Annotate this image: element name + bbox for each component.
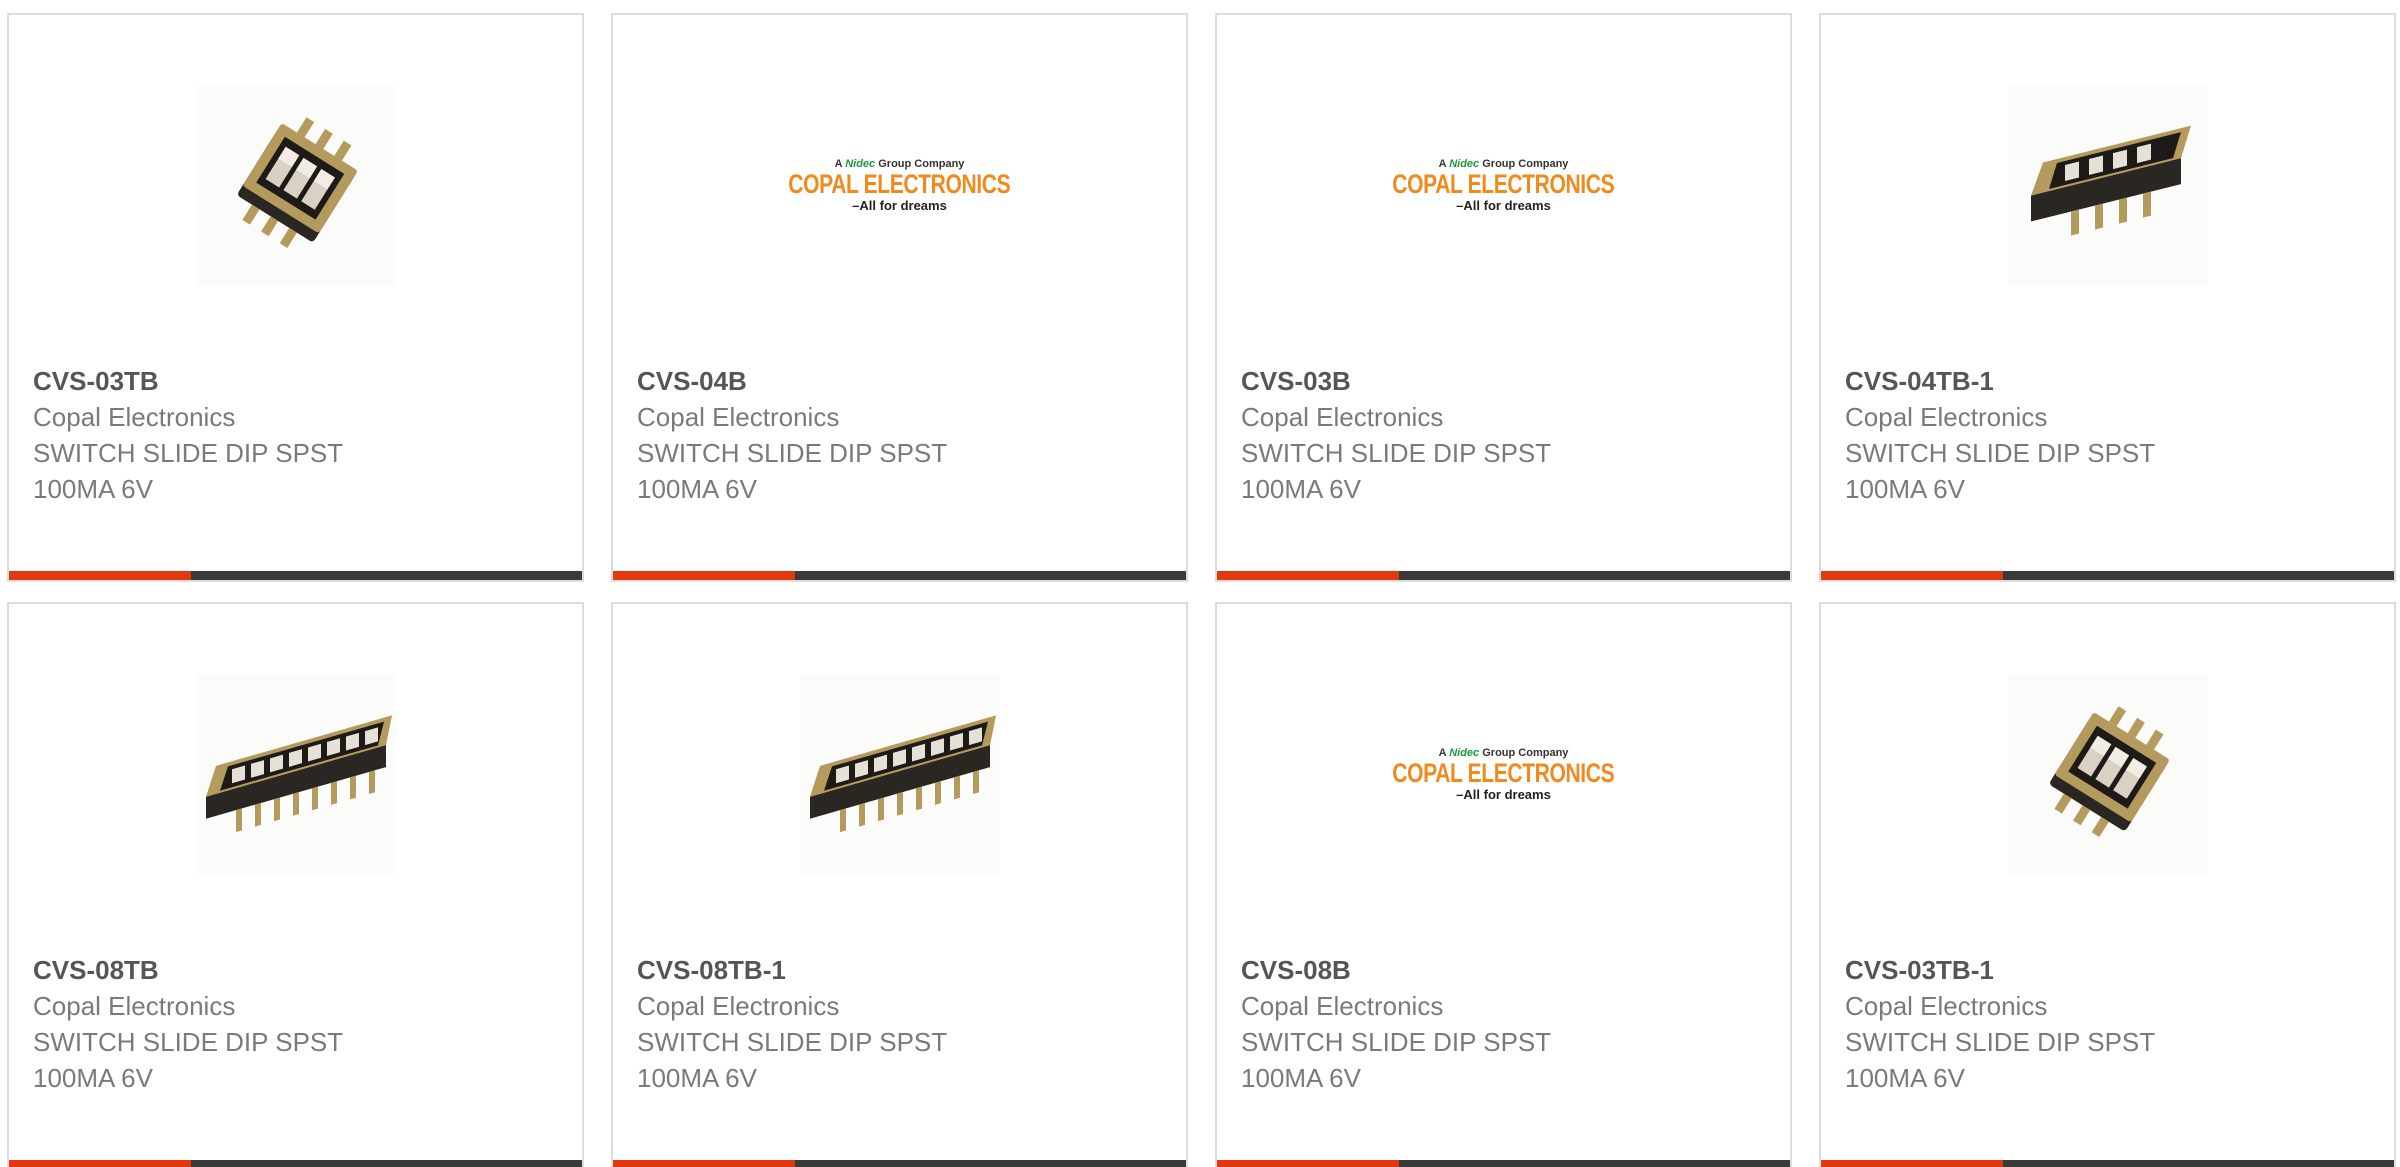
logo-company: COPAL ELECTRONICS: [1392, 758, 1615, 788]
product-media: [1821, 15, 2394, 355]
part-number[interactable]: CVS-03TB: [33, 363, 558, 399]
product-media: A Nidec Group Company COPAL ELECTRONICS …: [1217, 15, 1790, 355]
logo-tagline: –All for dreams: [1456, 787, 1551, 802]
logo-company: COPAL ELECTRONICS: [1392, 169, 1615, 199]
product-grid: CVS-03TB Copal Electronics SWITCH SLIDE …: [0, 0, 2400, 1167]
card-bottom-bar: [9, 1160, 582, 1167]
card-bottom-bar: [1217, 1160, 1790, 1167]
card-bottom-bar: [613, 571, 1186, 580]
description: SWITCH SLIDE DIP SPST 100MA 6V: [33, 1027, 344, 1093]
part-number[interactable]: CVS-08B: [1241, 952, 1766, 988]
product-image[interactable]: [195, 674, 396, 874]
product-card[interactable]: A Nidec Group Company COPAL ELECTRONICS …: [611, 13, 1188, 582]
product-image[interactable]: [195, 85, 396, 285]
card-accent-bar: [9, 1160, 191, 1167]
manufacturer: Copal Electronics: [1241, 402, 1444, 432]
manufacturer: Copal Electronics: [1845, 991, 2048, 1021]
product-card[interactable]: A Nidec Group Company COPAL ELECTRONICS …: [1215, 602, 1792, 1167]
manufacturer: Copal Electronics: [637, 402, 840, 432]
part-number[interactable]: CVS-04TB-1: [1845, 363, 2370, 399]
logo-tagline: –All for dreams: [852, 198, 947, 213]
manufacturer: Copal Electronics: [1845, 402, 2048, 432]
card-bottom-bar: [1821, 1160, 2394, 1167]
manufacturer: Copal Electronics: [637, 991, 840, 1021]
part-number[interactable]: CVS-03TB-1: [1845, 952, 2370, 988]
card-bottom-bar: [1821, 571, 2394, 580]
product-card[interactable]: A Nidec Group Company COPAL ELECTRONICS …: [1215, 13, 1792, 582]
product-card[interactable]: CVS-03TB Copal Electronics SWITCH SLIDE …: [7, 13, 584, 582]
description: SWITCH SLIDE DIP SPST 100MA 6V: [33, 438, 344, 504]
manufacturer: Copal Electronics: [33, 991, 236, 1021]
product-media: [1821, 604, 2394, 944]
logo-company: COPAL ELECTRONICS: [788, 169, 1011, 199]
description: SWITCH SLIDE DIP SPST 100MA 6V: [637, 438, 948, 504]
dip-switch-8pos-photo: [809, 715, 996, 833]
card-bottom-bar: [1217, 571, 1790, 580]
product-card[interactable]: CVS-08TB-1 Copal Electronics SWITCH SLID…: [611, 602, 1188, 1167]
product-media: [613, 604, 1186, 944]
card-accent-bar: [1217, 1160, 1399, 1167]
copal-electronics-logo[interactable]: A Nidec Group Company COPAL ELECTRONICS …: [1361, 157, 1646, 213]
card-accent-bar: [1217, 571, 1399, 580]
card-bottom-bar: [613, 1160, 1186, 1167]
description: SWITCH SLIDE DIP SPST 100MA 6V: [637, 1027, 948, 1093]
copal-electronics-logo[interactable]: A Nidec Group Company COPAL ELECTRONICS …: [757, 157, 1042, 213]
product-media: A Nidec Group Company COPAL ELECTRONICS …: [613, 15, 1186, 355]
product-media: [9, 15, 582, 355]
card-bottom-bar: [9, 571, 582, 580]
description: SWITCH SLIDE DIP SPST 100MA 6V: [1241, 1027, 1552, 1093]
product-card[interactable]: CVS-08TB Copal Electronics SWITCH SLIDE …: [7, 602, 584, 1167]
manufacturer: Copal Electronics: [1241, 991, 1444, 1021]
product-card[interactable]: CVS-04TB-1 Copal Electronics SWITCH SLID…: [1819, 13, 2396, 582]
description: SWITCH SLIDE DIP SPST 100MA 6V: [1845, 438, 2156, 504]
card-accent-bar: [9, 571, 191, 580]
dip-switch-8pos-photo: [205, 715, 392, 833]
part-number[interactable]: CVS-04B: [637, 363, 1162, 399]
manufacturer: Copal Electronics: [33, 402, 236, 432]
product-image[interactable]: [2007, 85, 2208, 285]
product-image[interactable]: [799, 674, 1000, 874]
card-accent-bar: [1821, 1160, 2003, 1167]
card-accent-bar: [613, 1160, 795, 1167]
part-number[interactable]: CVS-03B: [1241, 363, 1766, 399]
copal-electronics-logo[interactable]: A Nidec Group Company COPAL ELECTRONICS …: [1361, 746, 1646, 802]
description: SWITCH SLIDE DIP SPST 100MA 6V: [1241, 438, 1552, 504]
part-number[interactable]: CVS-08TB-1: [637, 952, 1162, 988]
card-accent-bar: [1821, 571, 2003, 580]
part-number[interactable]: CVS-08TB: [33, 952, 558, 988]
dip-switch-3pos-angled-photo: [237, 117, 357, 248]
logo-tagline: –All for dreams: [1456, 198, 1551, 213]
card-accent-bar: [613, 571, 795, 580]
product-image[interactable]: [2007, 674, 2208, 874]
product-card[interactable]: CVS-03TB-1 Copal Electronics SWITCH SLID…: [1819, 602, 2396, 1167]
product-media: A Nidec Group Company COPAL ELECTRONICS …: [1217, 604, 1790, 944]
product-media: [9, 604, 582, 944]
description: SWITCH SLIDE DIP SPST 100MA 6V: [1845, 1027, 2156, 1093]
dip-switch-4pos-photo: [2030, 125, 2191, 236]
dip-switch-3pos-angled-photo: [2049, 706, 2169, 837]
